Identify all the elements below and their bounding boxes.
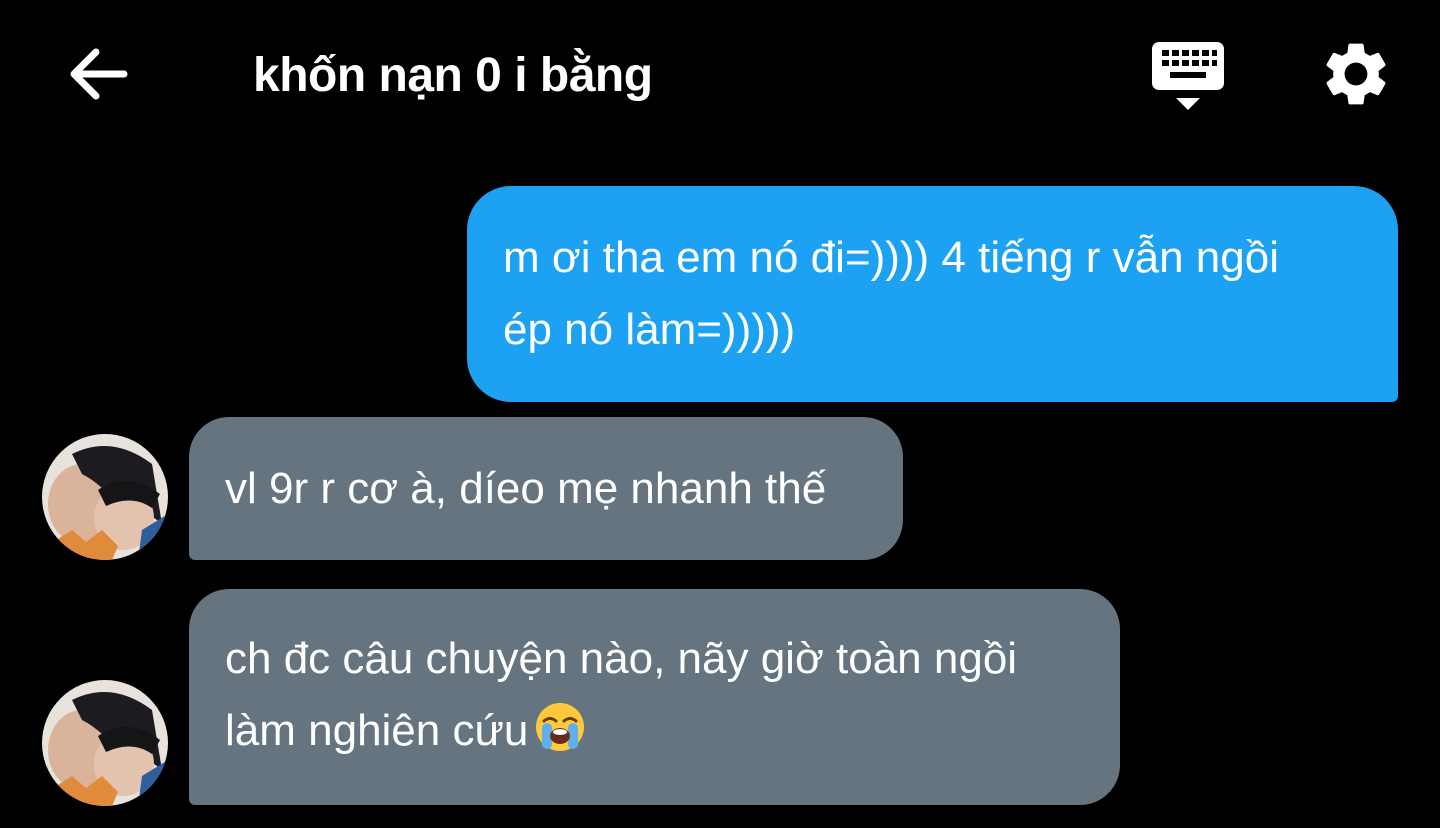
message-line: vl 9r r cơ à, díeo mẹ nhanh thế — [225, 464, 827, 513]
avatar[interactable] — [42, 680, 168, 806]
avatar-photo — [42, 680, 168, 806]
back-button[interactable] — [62, 42, 134, 106]
avatar[interactable] — [42, 434, 168, 560]
message-line: ép nó làm=))))) — [503, 305, 796, 354]
loudly-crying-face-emoji — [536, 703, 585, 751]
arrow-left-icon — [70, 48, 128, 100]
gear-icon — [1326, 43, 1386, 105]
message-line: làm nghiên cứu — [225, 706, 529, 755]
chat-title: khốn nạn 0 i bằng — [253, 49, 653, 102]
message-bubble-received[interactable]: vl 9r r cơ à, díeo mẹ nhanh thế — [189, 417, 903, 560]
message-bubble-sent[interactable]: m ơi tha em nó đi=)))) 4 tiếng r vẫn ngồ… — [467, 186, 1398, 402]
message-line: ch đc câu chuyện nào, nãy giờ toàn ngồi — [225, 634, 1018, 683]
chat-header: khốn nạn 0 i bằng — [0, 0, 1440, 150]
avatar-photo — [42, 434, 168, 560]
message-line: m ơi tha em nó đi=)))) 4 tiếng r vẫn ngồ… — [503, 233, 1279, 282]
chat-screen: khốn nạn 0 i bằng m ơi tha em nó đi=))))… — [0, 0, 1440, 828]
settings-button[interactable] — [1318, 36, 1394, 112]
keyboard-hide-icon — [1152, 42, 1224, 110]
keyboard-toggle-button[interactable] — [1150, 38, 1226, 114]
message-bubble-received[interactable]: ch đc câu chuyện nào, nãy giờ toàn ngồi … — [189, 589, 1120, 805]
message-line-with-emoji: làm nghiên cứu — [225, 695, 1084, 767]
